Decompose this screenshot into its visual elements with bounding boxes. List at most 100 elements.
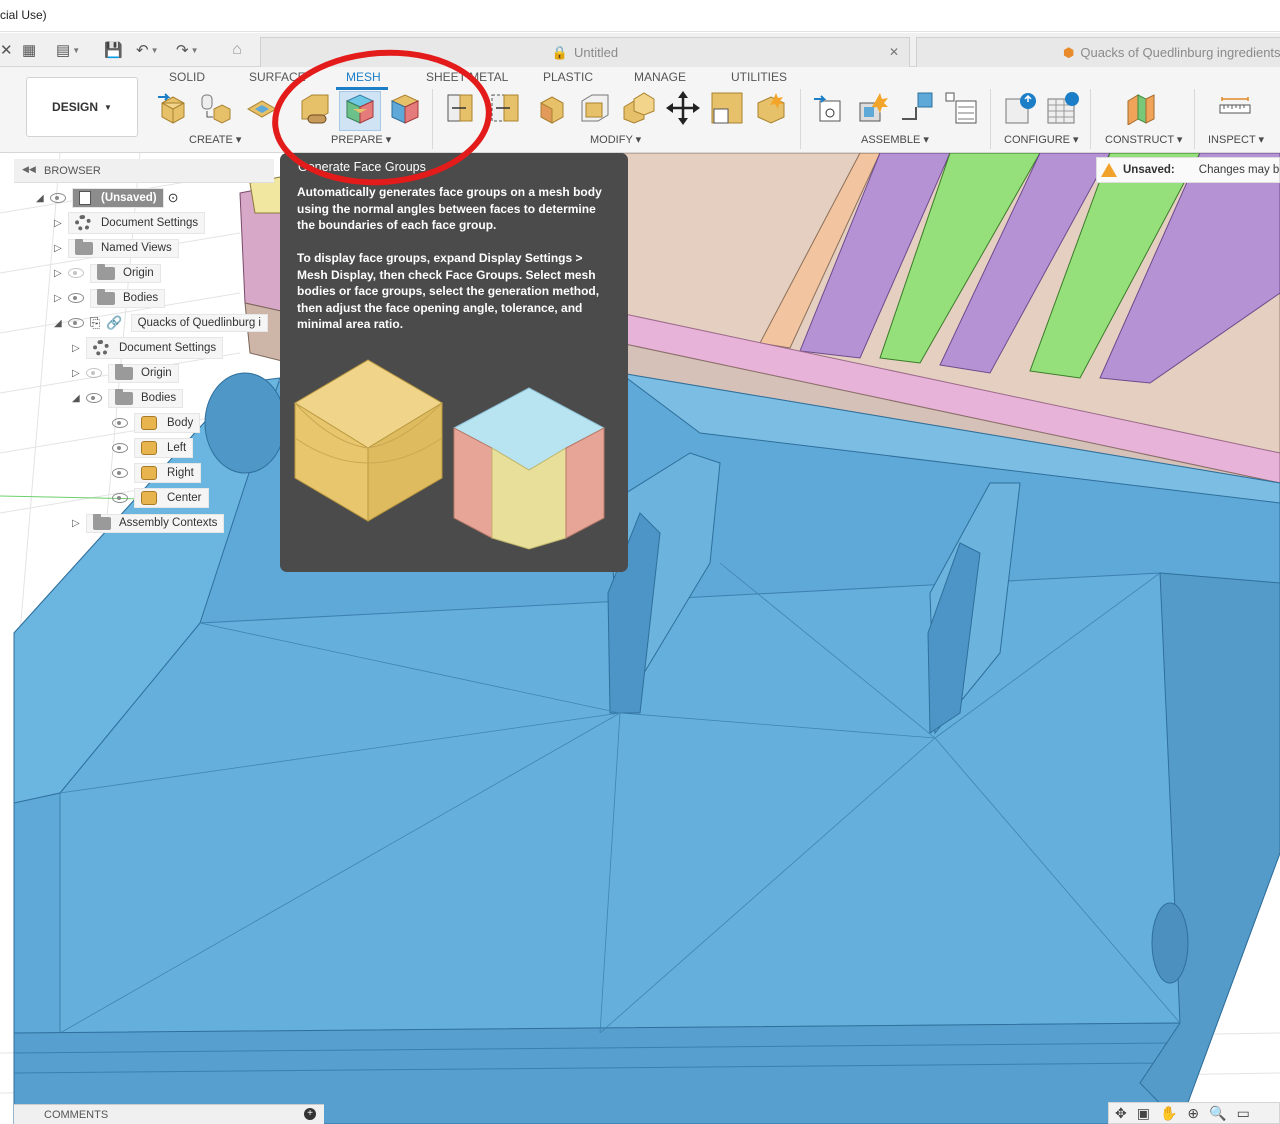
grid-menu-icon[interactable]: ▦ (22, 39, 36, 61)
visibility-icon[interactable] (112, 443, 128, 453)
tree-node[interactable]: ▷ Bodies (54, 287, 166, 309)
measure-icon[interactable] (1218, 91, 1252, 125)
expand-triangle-icon[interactable]: ▷ (72, 343, 86, 354)
tree-node-root[interactable]: ◢ (Unsaved) ⊙ (36, 187, 179, 209)
visibility-icon[interactable] (112, 468, 128, 478)
document-tab-row: ✕ ▦ ▤ ▼ 💾 ↶ ▼ ↷ ▼ ⌂ 🔒 Untitled ✕ ⬢ Quacks o… (0, 33, 1280, 67)
mesh-body-icon (141, 416, 157, 430)
convert-mesh-icon[interactable] (710, 91, 744, 125)
group-configure[interactable]: CONFIGURE ▾ (1004, 133, 1079, 146)
pan-hand-icon[interactable]: ✋ (1160, 1105, 1177, 1122)
group-inspect[interactable]: INSPECT ▾ (1208, 133, 1264, 146)
comments-bar[interactable]: COMMENTS + (14, 1104, 324, 1124)
divider (1090, 89, 1091, 149)
look-at-icon[interactable]: ▣ (1137, 1105, 1150, 1122)
move-copy-icon[interactable] (666, 91, 700, 125)
zoom-icon[interactable]: ⊕ (1187, 1105, 1199, 1122)
divider (1194, 89, 1195, 149)
tree-node[interactable]: ▷ Origin (54, 262, 161, 284)
tree-label: Body (167, 417, 194, 429)
insert-mesh-icon[interactable] (156, 91, 190, 125)
target-icon[interactable]: ⊙ (168, 190, 179, 206)
hidden-visibility-icon[interactable] (86, 368, 102, 378)
expand-triangle-icon[interactable]: ◢ (72, 393, 86, 404)
tree-node-body[interactable]: Left (112, 437, 194, 459)
expand-triangle-icon[interactable]: ▷ (54, 293, 68, 304)
tree-node-body[interactable]: Body (112, 412, 201, 434)
offset-plane-icon[interactable] (1124, 91, 1158, 125)
ribbon: DESIGN ▼ SOLID SURFACE MESH SHEET METAL … (0, 67, 1280, 153)
orbit-icon[interactable]: ✥ (1115, 1105, 1127, 1122)
comments-label: COMMENTS (44, 1109, 109, 1121)
new-component-icon[interactable] (812, 91, 846, 125)
close-x-icon[interactable]: ✕ (0, 39, 13, 61)
expand-triangle-icon[interactable]: ▷ (72, 518, 86, 529)
expand-triangle-icon[interactable]: ◢ (36, 193, 50, 204)
visibility-icon[interactable] (50, 193, 66, 203)
lock-icon: 🔒 (551, 44, 569, 60)
visibility-icon[interactable] (112, 493, 128, 503)
expand-triangle-icon[interactable]: ▷ (72, 368, 86, 379)
tree-node[interactable]: ▷ Origin (72, 362, 179, 384)
expand-triangle-icon[interactable]: ▷ (54, 268, 68, 279)
unsaved-warning: Unsaved: Changes may be (1096, 157, 1280, 183)
tree-label: Document Settings (119, 342, 217, 354)
save-icon[interactable]: 💾 (104, 39, 123, 61)
group-create[interactable]: CREATE ▾ (189, 133, 241, 146)
add-comment-icon[interactable]: + (304, 1108, 316, 1120)
tree-node[interactable]: ◢ Bodies (72, 387, 184, 409)
file-menu-icon[interactable]: ▤ ▼ (56, 39, 80, 61)
visibility-icon[interactable] (68, 318, 84, 328)
workspace-switcher-button[interactable]: DESIGN ▼ (26, 77, 138, 137)
expand-triangle-icon[interactable]: ◢ (54, 318, 68, 329)
tree-node-body[interactable]: Center (112, 487, 209, 509)
configuration-table-icon[interactable] (1046, 91, 1080, 125)
tab-utilities[interactable]: UTILITIES (731, 70, 787, 84)
close-tab-icon[interactable]: ✕ (889, 45, 899, 59)
shell-icon[interactable] (578, 91, 612, 125)
remesh-icon[interactable] (535, 91, 569, 125)
expand-triangle-icon[interactable]: ▷ (54, 243, 68, 254)
browser-header[interactable]: ◀◀ BROWSER (14, 159, 274, 183)
visibility-icon[interactable] (68, 293, 84, 303)
group-assemble[interactable]: ASSEMBLE ▾ (861, 133, 929, 146)
tooltip-instructions: To display face groups, expand Display S… (297, 251, 600, 331)
tessellate-icon[interactable] (198, 91, 232, 125)
component-icon: ⬢ (1063, 44, 1075, 60)
tree-label: Center (167, 492, 202, 504)
home-icon[interactable]: ⌂ (226, 41, 248, 63)
unsaved-message: Changes may be (1198, 164, 1280, 176)
joint-icon[interactable] (856, 91, 890, 125)
visibility-icon[interactable] (86, 393, 102, 403)
tree-node[interactable]: ▷ Document Settings (54, 212, 206, 234)
tab-plastic[interactable]: PLASTIC (543, 70, 593, 84)
tab-solid[interactable]: SOLID (169, 70, 205, 84)
tab-label: Quacks of Quedlinburg ingredients (1080, 45, 1280, 60)
combine-icon[interactable] (622, 91, 656, 125)
group-construct[interactable]: CONSTRUCT ▾ (1105, 133, 1182, 146)
tree-node-body[interactable]: Right (112, 462, 201, 484)
configure-icon[interactable] (1004, 91, 1038, 125)
mesh-section-icon[interactable] (754, 91, 788, 125)
tooltip-description: Automatically generates face groups on a… (297, 185, 602, 232)
as-built-joint-icon[interactable] (900, 91, 934, 125)
tree-node[interactable]: ▷ Assembly Contexts (72, 512, 225, 534)
tree-node[interactable]: ▷ Document Settings (72, 337, 224, 359)
collapse-icon[interactable]: ◀◀ (22, 164, 36, 175)
expand-triangle-icon[interactable]: ▷ (54, 218, 68, 229)
undo-icon[interactable]: ↶ ▼ (136, 39, 159, 61)
fit-icon[interactable]: 🔍 (1209, 1105, 1226, 1122)
tab-manage[interactable]: MANAGE (634, 70, 686, 84)
root-label: (Unsaved) (101, 192, 157, 204)
display-icon[interactable]: ▭ (1237, 1105, 1250, 1122)
tree-node[interactable]: ▷ Named Views (54, 237, 179, 259)
hidden-visibility-icon[interactable] (68, 268, 84, 278)
visibility-icon[interactable] (112, 418, 128, 428)
mesh-body-icon (141, 466, 157, 480)
tab-quacks[interactable]: ⬢ Quacks of Quedlinburg ingredients (916, 37, 1280, 67)
redo-icon[interactable]: ↷ ▼ (176, 39, 199, 61)
reduce-icon[interactable] (488, 91, 522, 125)
group-modify[interactable]: MODIFY ▾ (590, 133, 641, 146)
tree-node[interactable]: ◢ ⎘ 🔗 Quacks of Quedlinburg i (54, 312, 268, 334)
joint-origin-icon[interactable] (944, 91, 978, 125)
